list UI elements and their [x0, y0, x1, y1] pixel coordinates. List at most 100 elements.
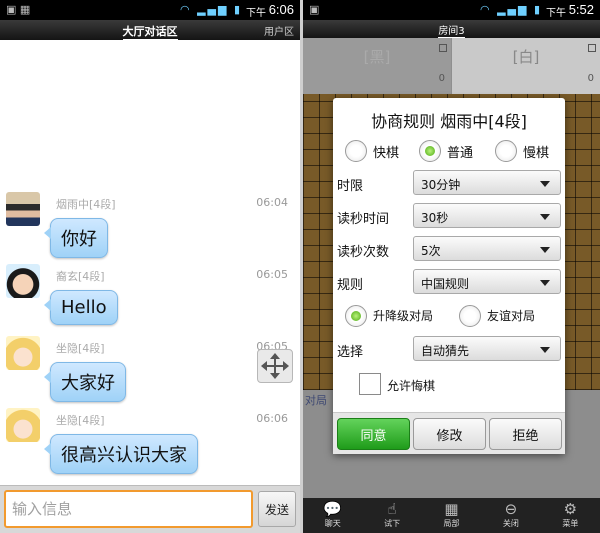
rules-value: 中国规则: [421, 277, 470, 291]
dropdown-caret-icon: [540, 181, 550, 187]
nav-close[interactable]: ⊖ 关闭: [481, 498, 540, 533]
modify-button[interactable]: 修改: [413, 418, 486, 450]
dialog-title: 协商规则 烟雨中[4段]: [371, 112, 527, 131]
byoyomi-count-label: 读秒次数: [337, 245, 390, 260]
tab-lobby-chat[interactable]: 大厅对话区: [122, 25, 178, 41]
status-bar: ▣ ◠ ▂▄▆ ▮ 下午 5:52: [303, 0, 600, 20]
allow-undo-label: 允许悔棋: [387, 379, 436, 393]
dropdown-caret-icon: [540, 214, 550, 220]
radio-normal[interactable]: [419, 140, 441, 162]
radio-ranked-label: 升降级对局: [373, 309, 434, 323]
sender-name: 坐隐[4段]: [56, 342, 105, 355]
byoyomi-count-select[interactable]: 5次: [413, 236, 561, 261]
status-time: 5:52: [568, 2, 594, 17]
avatar[interactable]: [6, 192, 40, 226]
radio-slow[interactable]: [495, 140, 517, 162]
bottom-nav: 💬 聊天 ☝ 试下 ▦ 局部 ⊖ 关闭 ⚙ 菜单: [303, 498, 600, 533]
row-byoyomi-count: 读秒次数 5次: [333, 236, 565, 262]
hand-pointer-icon: ☝: [387, 500, 397, 518]
dropdown-caret-icon: [540, 347, 550, 353]
player-black[interactable]: [黑] 0: [303, 38, 451, 94]
byoyomi-time-value: 30秒: [421, 211, 449, 225]
white-count: 0: [587, 73, 594, 84]
minus-circle-icon: ⊖: [504, 500, 518, 518]
dropdown-caret-icon: [540, 280, 550, 286]
row-rules: 规则 中国规则: [333, 269, 565, 295]
player-black-label: [黑]: [363, 48, 391, 66]
signal-wifi-battery-icon: ◠ ▂▄▆ ▮: [179, 3, 242, 16]
row-byoyomi-time: 读秒时间 30秒: [333, 203, 565, 229]
radio-friendly-label: 友谊对局: [487, 309, 536, 323]
message-bubble: Hello: [44, 290, 118, 325]
time-limit-select[interactable]: 30分钟: [413, 170, 561, 195]
gear-icon: ⚙: [563, 500, 578, 518]
rules-label: 规则: [337, 278, 364, 293]
byoyomi-time-select[interactable]: 30秒: [413, 203, 561, 228]
player-white-label: [白]: [512, 48, 540, 66]
message-bubble: 很高兴认识大家: [44, 434, 198, 474]
dialog-button-bar: 同意 修改 拒绝: [333, 412, 565, 454]
screens: ▣ ▦ ◠ ▂▄▆ ▮ 下午 6:06 大厅对话区 用户区 烟雨中[4段] 06…: [0, 0, 600, 533]
grid-icon: ▦: [444, 500, 459, 518]
player-white[interactable]: [白] 0: [452, 38, 600, 94]
avatar[interactable]: [6, 264, 40, 298]
nav-try[interactable]: ☝ 试下: [362, 498, 421, 533]
players-panel: [黑] 0 [白] 0: [303, 38, 600, 94]
black-count: 0: [438, 73, 445, 84]
message-time: 06:06: [256, 412, 288, 425]
byoyomi-time-label: 读秒时间: [337, 212, 390, 227]
status-pm: 下午: [546, 8, 566, 19]
choose-label: 选择: [337, 345, 364, 360]
avatar[interactable]: [6, 408, 40, 442]
avatar[interactable]: [6, 336, 40, 370]
choose-select[interactable]: 自动猜先: [413, 336, 561, 361]
status-pm: 下午: [246, 8, 266, 19]
notification-icon: ▣: [309, 3, 320, 16]
radio-normal-label: 普通: [447, 146, 474, 161]
message-bubble: 你好: [44, 218, 108, 258]
radio-slow-label: 慢棋: [523, 146, 550, 161]
stone-box-icon: [588, 44, 596, 52]
move-arrows-button[interactable]: [257, 349, 293, 383]
signal-wifi-battery-icon: ◠ ▂▄▆ ▮: [479, 3, 542, 16]
byoyomi-count-value: 5次: [421, 244, 441, 258]
game-room-screen: ▣ ◠ ▂▄▆ ▮ 下午 5:52 房间3 [黑] 0 [白] 0 对局 💬 聊…: [303, 0, 600, 533]
tab-user-area[interactable]: 用户区: [264, 23, 294, 38]
speed-options: 快棋 普通 慢棋: [333, 138, 565, 164]
move-arrows-icon: [261, 353, 289, 379]
radio-ranked[interactable]: [345, 305, 367, 327]
time-limit-value: 30分钟: [421, 178, 461, 192]
rules-select[interactable]: 中国规则: [413, 269, 561, 294]
notification-icon: ▣ ▦: [6, 3, 31, 16]
nav-chat[interactable]: 💬 聊天: [303, 498, 362, 533]
choose-value: 自动猜先: [421, 344, 470, 358]
row-time-limit: 时限 30分钟: [333, 170, 565, 196]
nav-label: 菜单: [562, 519, 579, 528]
agree-button[interactable]: 同意: [337, 418, 410, 450]
radio-fast-label: 快棋: [373, 146, 400, 161]
send-button[interactable]: 发送: [258, 491, 296, 527]
chat-area[interactable]: 烟雨中[4段] 06:04 你好 裔玄[4段] 06:05 Hello 坐隐[4…: [0, 40, 300, 485]
time-limit-label: 时限: [337, 179, 364, 194]
room-title: 房间3: [438, 22, 465, 39]
status-bar: ▣ ▦ ◠ ▂▄▆ ▮ 下午 6:06: [0, 0, 300, 20]
radio-fast[interactable]: [345, 140, 367, 162]
nav-menu[interactable]: ⚙ 菜单: [541, 498, 600, 533]
radio-friendly[interactable]: [459, 305, 481, 327]
dropdown-caret-icon: [540, 247, 550, 253]
room-title-bar: 房间3: [303, 20, 600, 39]
stone-box-icon: [439, 44, 447, 52]
message-input[interactable]: [4, 490, 253, 528]
message-bubble: 大家好: [44, 362, 126, 402]
nav-label: 试下: [384, 519, 401, 528]
match-type-options: 升降级对局 友谊对局: [333, 303, 565, 329]
sender-name: 坐隐[4段]: [56, 414, 105, 427]
sender-name: 裔玄[4段]: [56, 270, 105, 283]
chat-bubble-icon: 💬: [323, 500, 343, 518]
sender-name: 烟雨中[4段]: [56, 198, 116, 211]
input-bar: 发送: [0, 485, 300, 533]
nav-local[interactable]: ▦ 局部: [422, 498, 481, 533]
rule-negotiation-dialog: 协商规则 烟雨中[4段] 快棋 普通 慢棋 时限 30分钟 读秒时间 30秒 读…: [333, 98, 565, 454]
allow-undo-checkbox[interactable]: [359, 373, 381, 395]
refuse-button[interactable]: 拒绝: [489, 418, 562, 450]
